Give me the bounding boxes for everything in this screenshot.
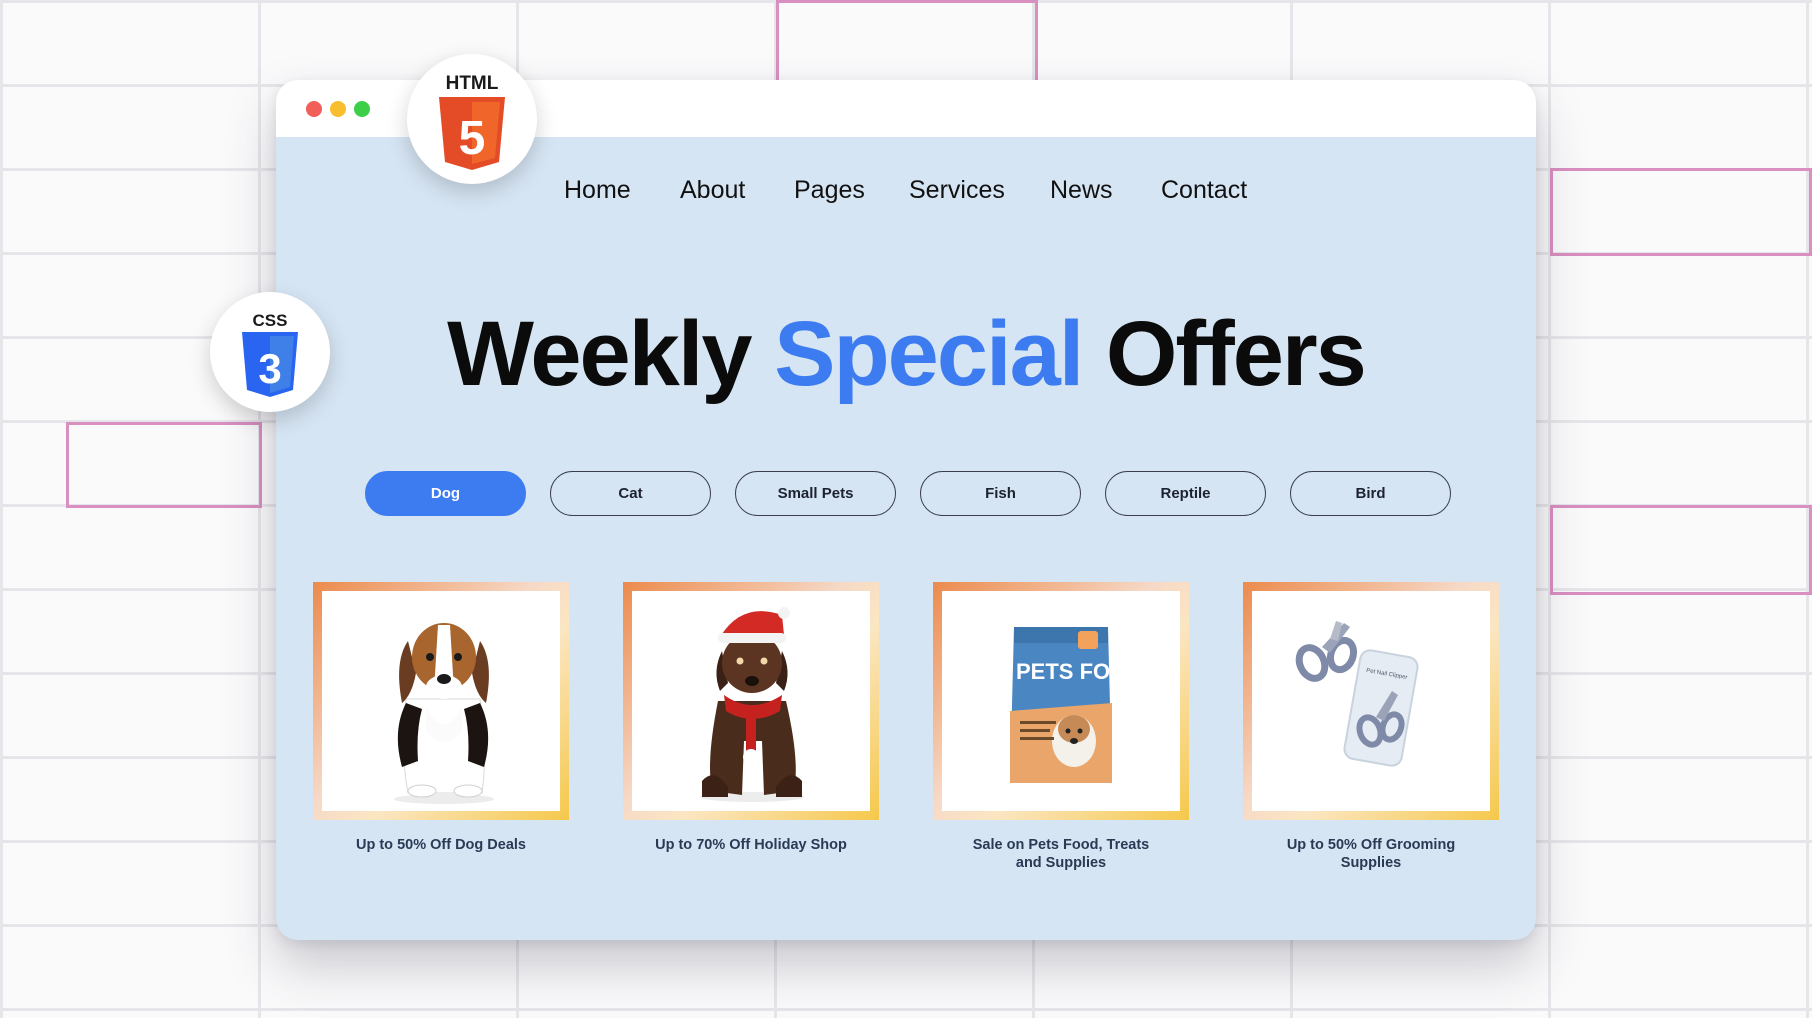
nav-pages[interactable]: Pages bbox=[794, 176, 865, 205]
minimize-window-dot[interactable] bbox=[330, 101, 346, 117]
caption-line: and Supplies bbox=[1015, 855, 1107, 871]
holiday-puppy-image bbox=[700, 607, 804, 802]
caption-line: Up to 70% Off Holiday Shop bbox=[655, 837, 847, 853]
bg-highlight bbox=[1550, 168, 1812, 256]
css3-badge: CSS 3 bbox=[210, 292, 330, 412]
card-caption: Up to 50% Off Grooming Supplies bbox=[1243, 836, 1499, 872]
filter-small-pets[interactable]: Small Pets bbox=[735, 471, 896, 516]
pet-food-bag-image: PETS FOOD bbox=[1010, 627, 1143, 783]
filter-dog[interactable]: Dog bbox=[365, 471, 526, 516]
product-card-dog-deals: Up to 50% Off Dog Deals bbox=[313, 582, 569, 854]
html5-label: HTML bbox=[446, 73, 499, 94]
nav-services[interactable]: Services bbox=[909, 176, 1005, 205]
title-part-offers: Offers bbox=[1105, 303, 1367, 405]
title-part-weekly: Weekly bbox=[447, 303, 752, 405]
product-card-grooming: Pet Nail Clipper Up to 50% Off Grooming … bbox=[1243, 582, 1499, 872]
bag-label: PETS FOOD bbox=[1016, 659, 1143, 684]
card-image-frame[interactable] bbox=[623, 582, 879, 820]
card-caption: Up to 70% Off Holiday Shop bbox=[623, 836, 879, 854]
product-card-holiday-shop: Up to 70% Off Holiday Shop bbox=[623, 582, 879, 854]
close-window-dot[interactable] bbox=[306, 101, 322, 117]
filter-bird[interactable]: Bird bbox=[1290, 471, 1451, 516]
css3-icon: CSS 3 bbox=[242, 311, 298, 397]
nav-about[interactable]: About bbox=[680, 176, 745, 205]
card-image-frame[interactable]: PETS FOOD bbox=[933, 582, 1189, 820]
card-image-frame[interactable] bbox=[313, 582, 569, 820]
nail-clipper-image: Pet Nail Clipper bbox=[1295, 621, 1419, 767]
nav-news[interactable]: News bbox=[1050, 176, 1113, 205]
browser-window: Home About Pages Services News Contact W… bbox=[276, 80, 1536, 940]
filter-reptile[interactable]: Reptile bbox=[1105, 471, 1266, 516]
filter-fish[interactable]: Fish bbox=[920, 471, 1081, 516]
css3-number: 3 bbox=[258, 345, 281, 392]
page-title: Weekly Special Offers bbox=[276, 302, 1536, 407]
bg-highlight bbox=[776, 0, 1038, 84]
html5-badge: HTML 5 bbox=[407, 54, 537, 184]
nav-home[interactable]: Home bbox=[564, 176, 631, 205]
card-caption: Up to 50% Off Dog Deals bbox=[313, 836, 569, 854]
title-part-special: Special bbox=[774, 303, 1084, 405]
beagle-puppy-image bbox=[394, 623, 494, 804]
css3-label: CSS bbox=[253, 311, 288, 330]
html5-number: 5 bbox=[459, 112, 486, 165]
html5-icon: HTML 5 bbox=[439, 73, 505, 170]
nav-contact[interactable]: Contact bbox=[1161, 176, 1247, 205]
caption-line: Supplies bbox=[1340, 855, 1402, 871]
bg-highlight bbox=[1550, 505, 1812, 595]
card-caption: Sale on Pets Food, Treats and Supplies bbox=[933, 836, 1189, 872]
filter-cat[interactable]: Cat bbox=[550, 471, 711, 516]
card-image-frame[interactable]: Pet Nail Clipper bbox=[1243, 582, 1499, 820]
caption-line: Sale on Pets Food, Treats bbox=[972, 837, 1150, 853]
maximize-window-dot[interactable] bbox=[354, 101, 370, 117]
product-card-pet-food: PETS FOOD Sale on Pets Food, Treats and … bbox=[933, 582, 1189, 872]
caption-line: Up to 50% Off Grooming bbox=[1286, 837, 1456, 853]
bg-highlight bbox=[66, 422, 262, 508]
caption-line: Up to 50% Off Dog Deals bbox=[356, 837, 526, 853]
